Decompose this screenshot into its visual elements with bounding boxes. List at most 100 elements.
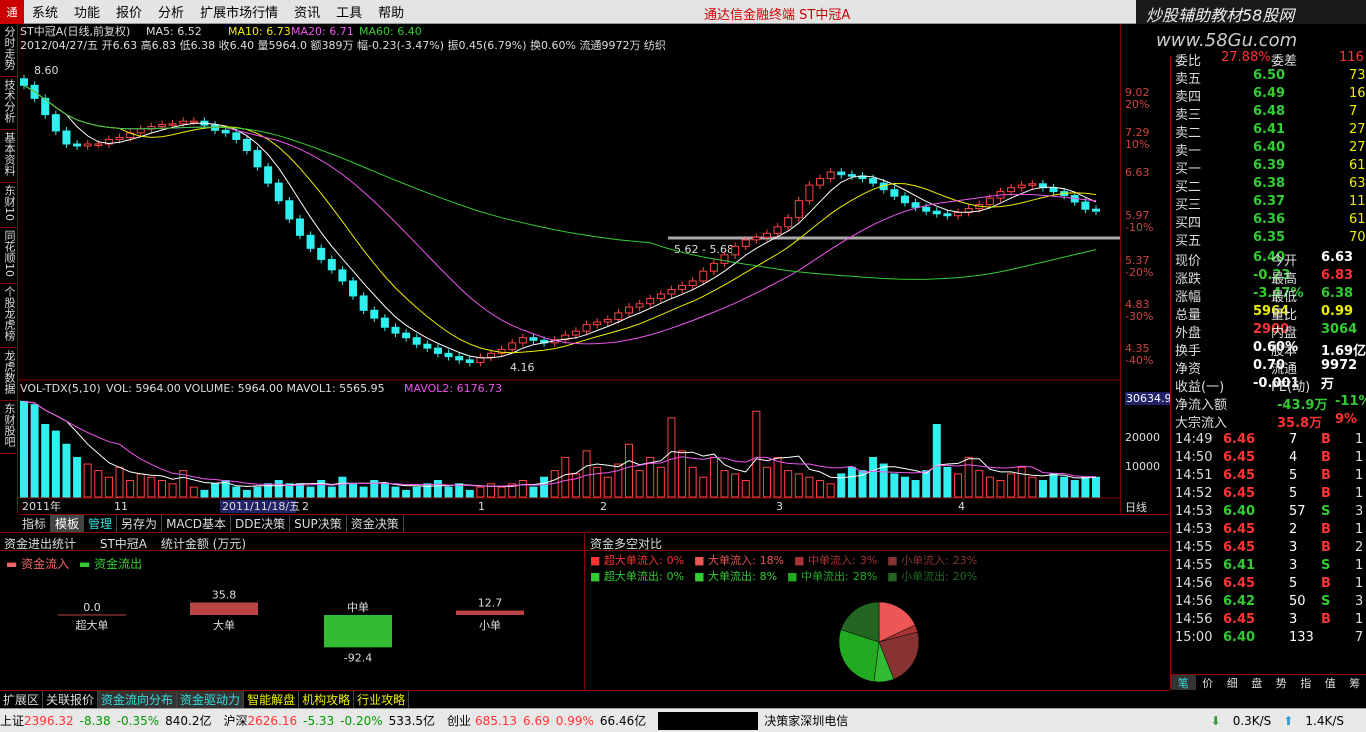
tick-price: 6.46 — [1223, 432, 1256, 447]
tick-row-10: 14:56 6.45 3 B 1 — [1171, 612, 1366, 630]
kline-svg[interactable]: ST中冠A(日线,前复权) MA5: 6.52 MA10: 6.73 MA20:… — [18, 24, 1120, 514]
menu-quote[interactable]: 报价 — [108, 2, 150, 21]
hs-label[interactable]: 沪深 — [224, 712, 248, 729]
tab-saveas[interactable]: 另存为 — [117, 515, 163, 532]
tab-template[interactable]: 模板 — [51, 515, 85, 532]
candle-body — [359, 295, 368, 311]
volume-bar — [975, 470, 984, 498]
tab-sup[interactable]: SUP决策 — [290, 515, 347, 532]
tab-macd[interactable]: MACD基本 — [162, 515, 232, 532]
candle-body — [614, 312, 623, 320]
stat-a-label: 收益(一) — [1175, 380, 1225, 395]
tab-manage[interactable]: 管理 — [84, 515, 118, 532]
menu-ext-market[interactable]: 扩展市场行情 — [192, 2, 286, 21]
menu-tools[interactable]: 工具 — [328, 2, 370, 21]
quote-tab-7[interactable]: 筹 — [1343, 675, 1366, 690]
btab-flow-drive[interactable]: 资金驱动力 — [177, 691, 245, 708]
volume-bar — [295, 483, 304, 498]
candle-body — [115, 136, 124, 140]
tick-dir: B — [1321, 486, 1331, 501]
fund-bar-value: 35.8 — [212, 588, 237, 601]
quote-tab-2[interactable]: 细 — [1220, 675, 1245, 690]
legend-swatch-icon: ■ — [794, 554, 809, 567]
tab-fund[interactable]: 资金决策 — [347, 515, 404, 532]
date-label-4: 1 — [478, 500, 485, 513]
tab-dde[interactable]: DDE决策 — [231, 515, 291, 532]
tick-count: 3 — [1355, 504, 1364, 519]
menu-help[interactable]: 帮助 — [370, 2, 412, 21]
tab-indicator[interactable]: 指标 — [18, 515, 52, 532]
btab-related[interactable]: 关联报价 — [43, 691, 99, 708]
stat-b-label: 内盘 — [1271, 326, 1298, 341]
sell-volume: 27 — [1349, 140, 1366, 155]
btab-smart[interactable]: 智能解盘 — [244, 691, 300, 708]
side-tab-basic[interactable]: 基本资料 — [0, 130, 17, 183]
tick-m30pct: -30% — [1125, 310, 1154, 323]
side-tab-dongcai[interactable]: 东财10 — [0, 183, 17, 228]
side-tab-guba[interactable]: 东财股吧 — [0, 401, 17, 454]
fund-compare-title: 资金多空对比 — [586, 533, 1170, 551]
stat-a-label: 涨幅 — [1175, 290, 1202, 305]
tick-dir: B — [1321, 450, 1331, 465]
menu-function[interactable]: 功能 — [66, 2, 108, 21]
candle-body — [678, 285, 687, 290]
btab-industry[interactable]: 行业攻略 — [354, 691, 410, 708]
volume-bar — [380, 483, 389, 498]
quote-tab-0[interactable]: 笔 — [1171, 675, 1196, 690]
compare-val: 23% — [952, 554, 978, 567]
btab-ext[interactable]: 扩展区 — [0, 691, 44, 708]
tick-time: 14:55 — [1175, 558, 1213, 573]
compare-val: 3% — [859, 554, 878, 567]
compare-row2: ■ 超大单流出: 0% ■ 大单流出: 8% ■ 中单流出: 28% ■ 小单流出: 20% — [590, 569, 1166, 585]
tick-time: 15:00 — [1175, 630, 1213, 645]
stat-a-label: 涨跌 — [1175, 272, 1202, 287]
quote-tab-3[interactable]: 盘 — [1245, 675, 1270, 690]
menu-news[interactable]: 资讯 — [286, 2, 328, 21]
quote-tab-5[interactable]: 指 — [1294, 675, 1319, 690]
candle-body — [943, 213, 952, 217]
btab-inst[interactable]: 机构攻略 — [299, 691, 355, 708]
tick-count: 1 — [1355, 558, 1364, 573]
chart-title: ST中冠A(日线,前复权) — [20, 24, 130, 38]
weibi-label: 委比 — [1175, 54, 1202, 69]
legend-swatch-icon: ■ — [887, 570, 902, 583]
btab-flow-dist[interactable]: 资金流向分布 — [98, 691, 178, 708]
tick-price: 6.42 — [1223, 594, 1256, 609]
stat-b-label: 量比 — [1271, 308, 1298, 323]
volume-bar — [752, 410, 761, 498]
quote-tab-6[interactable]: 值 — [1318, 675, 1343, 690]
tick-volume: 3 — [1289, 612, 1298, 627]
tick-count: 3 — [1355, 594, 1364, 609]
candle-body — [94, 143, 103, 146]
menu-system[interactable]: 系统 — [24, 2, 66, 21]
quote-tab-4[interactable]: 势 — [1269, 675, 1294, 690]
quote-tab-1[interactable]: 价 — [1196, 675, 1221, 690]
candle-body — [338, 269, 347, 282]
side-tab-lhdata[interactable]: 龙虎数据 — [0, 348, 17, 401]
kline-chart-area[interactable]: ST中冠A(日线,前复权) MA5: 6.52 MA10: 6.73 MA20:… — [18, 24, 1120, 514]
date-label-2: 2011/11/18/五 — [222, 500, 300, 513]
candle-body — [922, 206, 931, 212]
candle-body — [285, 200, 294, 220]
volume-bar — [816, 480, 825, 498]
side-tab-ths[interactable]: 同花顺10 — [0, 228, 17, 284]
candle-body — [1081, 201, 1090, 210]
side-tab-lhb[interactable]: 个股龙虎榜 — [0, 284, 17, 348]
tick-count: 1 — [1355, 576, 1364, 591]
candle-body — [646, 298, 655, 305]
tick-time: 14:56 — [1175, 594, 1213, 609]
legend-swatch-icon: ■ — [694, 554, 708, 567]
ma10-label: MA10: 6.73 — [228, 25, 291, 38]
volume-bar — [157, 480, 166, 498]
sh-label[interactable]: 上证 — [0, 712, 24, 729]
legend-swatch-icon: ■ — [887, 554, 902, 567]
period-label[interactable]: 日线 — [1125, 499, 1147, 515]
tick-row-3: 14:52 6.45 5 B 1 — [1171, 486, 1366, 504]
side-tab-tech[interactable]: 技术分析 — [0, 77, 17, 130]
cy-label[interactable]: 创业 — [447, 712, 471, 729]
volume-bar — [1007, 473, 1016, 498]
menu-analysis[interactable]: 分析 — [150, 2, 192, 21]
side-tab-intraday[interactable]: 分时走势 — [0, 24, 17, 77]
candle-body — [62, 130, 71, 145]
volume-bar — [465, 489, 474, 498]
